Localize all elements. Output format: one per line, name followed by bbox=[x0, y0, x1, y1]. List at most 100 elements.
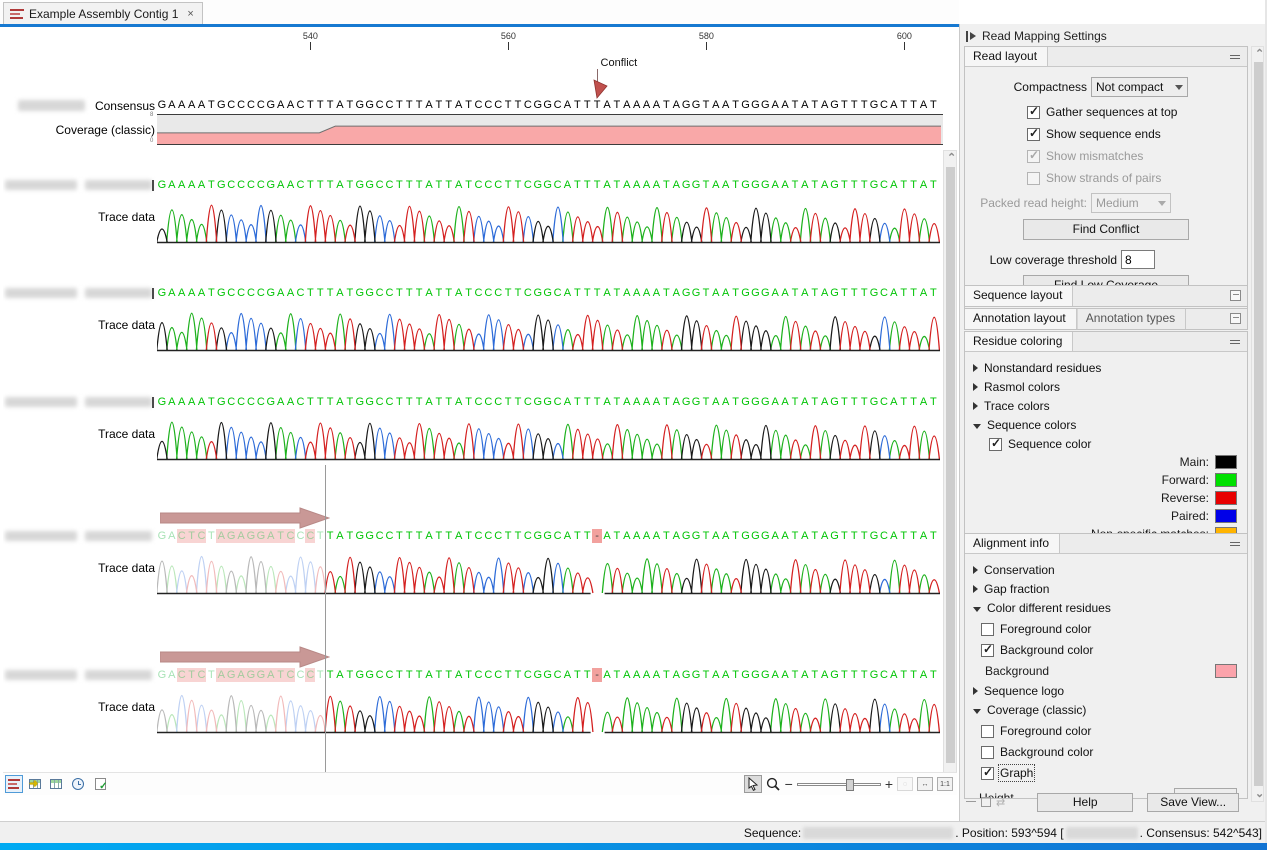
trace-chromatogram[interactable] bbox=[157, 300, 943, 357]
tab-example-assembly-contig[interactable]: Example Assembly Contig 1 × bbox=[3, 2, 203, 24]
checkbox-row-foreground-color[interactable]: Foreground color bbox=[981, 622, 1247, 636]
panel-scrollbar[interactable]: ⌃ ⌄ bbox=[1251, 46, 1264, 802]
zoom-tool-icon[interactable] bbox=[766, 777, 781, 792]
checkbox[interactable] bbox=[981, 623, 994, 636]
zoom-out-icon[interactable]: − bbox=[785, 776, 793, 792]
expand-group-icon[interactable] bbox=[1230, 290, 1241, 301]
fit-width-button[interactable]: ↔ bbox=[917, 777, 933, 791]
triangle-right-icon[interactable] bbox=[973, 687, 978, 695]
tab-annotation-types[interactable]: Annotation types bbox=[1077, 309, 1186, 329]
checkbox-row-foreground-color[interactable]: Foreground color bbox=[981, 724, 1247, 738]
checkbox[interactable] bbox=[989, 438, 1002, 451]
checkbox[interactable] bbox=[981, 644, 994, 657]
export-table-button[interactable]: ➜ bbox=[26, 775, 44, 793]
checkbox-row-show-strands-of-pairs[interactable]: Show strands of pairs bbox=[1027, 171, 1247, 185]
minimize-group-icon[interactable] bbox=[1230, 55, 1240, 59]
read-sequence[interactable]: GAAAATGCCCCGAACTTTATGGCCTTTATTATCCCTTCGG… bbox=[157, 178, 938, 192]
checkbox-row-graph[interactable]: Graph bbox=[981, 766, 1247, 780]
trace-chromatogram[interactable] bbox=[157, 682, 943, 739]
save-view-button[interactable]: Save View... bbox=[1147, 793, 1239, 812]
coverage-graph[interactable] bbox=[157, 114, 943, 145]
checkbox[interactable] bbox=[1027, 172, 1040, 185]
checkbox[interactable] bbox=[1027, 128, 1040, 141]
checkbox[interactable] bbox=[1027, 106, 1040, 119]
tree-item-color-different-residues[interactable]: Color different residues bbox=[973, 601, 1247, 615]
pointer-tool-button[interactable] bbox=[744, 775, 762, 793]
minimize-all-icon[interactable] bbox=[966, 801, 976, 804]
scroll-up-icon[interactable]: ⌃ bbox=[947, 151, 956, 164]
element-info-button[interactable]: ✓ bbox=[91, 775, 109, 793]
color-swatch[interactable] bbox=[1215, 473, 1237, 487]
zoom-slider-thumb[interactable] bbox=[846, 779, 854, 791]
checkbox[interactable] bbox=[981, 767, 994, 780]
checkbox-row-show-sequence-ends[interactable]: Show sequence ends bbox=[1027, 127, 1247, 141]
triangle-right-icon[interactable] bbox=[973, 585, 978, 593]
zoom-slider[interactable] bbox=[797, 783, 881, 786]
tree-item-nonstandard-residues[interactable]: Nonstandard residues bbox=[973, 361, 1247, 375]
read-sequence[interactable]: GAAAATGCCCCGAACTTTATGGCCTTTATTATCCCTTCGG… bbox=[157, 395, 938, 409]
residue-coloring-header[interactable]: Residue coloring bbox=[965, 332, 1247, 352]
fit-selection-button[interactable]: ◌ bbox=[897, 777, 913, 791]
scroll-up-icon[interactable]: ⌃ bbox=[1255, 47, 1264, 60]
tree-item-coverage--classic-[interactable]: Coverage (classic) bbox=[973, 703, 1247, 717]
triangle-right-icon[interactable] bbox=[973, 383, 978, 391]
read-layout-tab[interactable]: Read layout bbox=[965, 47, 1048, 66]
read-sequence[interactable]: GACTCTAGAGGATCCCTTATGGCCTTTATTATCCCTTCGG… bbox=[157, 529, 938, 543]
find-conflict-button[interactable]: Find Conflict bbox=[1023, 219, 1189, 240]
reads-view-button[interactable] bbox=[5, 775, 23, 793]
sequence-layout-tab[interactable]: Sequence layout bbox=[965, 286, 1073, 306]
compactness-dropdown[interactable]: Not compact bbox=[1091, 77, 1188, 97]
checkbox-row-show-mismatches[interactable]: Show mismatches bbox=[1027, 149, 1247, 163]
checkbox-row-gather-sequences-at-top[interactable]: Gather sequences at top bbox=[1027, 105, 1247, 119]
checkbox[interactable] bbox=[981, 746, 994, 759]
vertical-scroll-thumb[interactable] bbox=[946, 167, 955, 763]
triangle-down-icon[interactable] bbox=[973, 607, 981, 612]
trace-chromatogram[interactable] bbox=[157, 543, 943, 600]
color-swatch[interactable] bbox=[1215, 455, 1237, 469]
minimize-group-icon[interactable] bbox=[1230, 542, 1240, 546]
trace-chromatogram[interactable] bbox=[157, 192, 943, 249]
checkbox-row-background-color[interactable]: Background color bbox=[981, 745, 1247, 759]
history-button[interactable] bbox=[69, 775, 87, 793]
expand-group-icon[interactable] bbox=[1230, 313, 1241, 324]
triangle-right-icon[interactable] bbox=[973, 364, 978, 372]
triangle-right-icon[interactable] bbox=[973, 566, 978, 574]
read-sequence[interactable]: GAAAATGCCCCGAACTTTATGGCCTTTATTATCCCTTCGG… bbox=[157, 286, 938, 300]
triangle-down-icon[interactable] bbox=[973, 709, 981, 714]
table-view-button[interactable] bbox=[47, 775, 65, 793]
zoom-100-button[interactable]: 1:1 bbox=[937, 777, 953, 791]
tree-item-sequence-logo[interactable]: Sequence logo bbox=[973, 684, 1247, 698]
read-sequence[interactable]: GACTCTAGAGGATCCCTTATGGCCTTTATTATCCCTTCGG… bbox=[157, 668, 938, 682]
color-swatch[interactable] bbox=[1215, 491, 1237, 505]
help-button[interactable]: Help bbox=[1037, 793, 1133, 812]
sequence-layout-header[interactable]: Sequence layout bbox=[965, 286, 1247, 306]
checkbox-row-sequence-color[interactable]: Sequence color bbox=[989, 437, 1247, 451]
low-coverage-threshold-input[interactable] bbox=[1121, 250, 1155, 269]
zoom-in-icon[interactable]: + bbox=[885, 776, 893, 792]
alignment-info-tab[interactable]: Alignment info bbox=[965, 534, 1060, 553]
residue-coloring-tab[interactable]: Residue coloring bbox=[965, 332, 1073, 351]
triangle-right-icon[interactable] bbox=[973, 402, 978, 410]
sync-icon[interactable]: ⇄ bbox=[996, 796, 1005, 809]
checkbox[interactable] bbox=[981, 725, 994, 738]
tree-item-trace-colors[interactable]: Trace colors bbox=[973, 399, 1247, 413]
minimize-group-icon[interactable] bbox=[1230, 340, 1240, 344]
checkbox[interactable] bbox=[1027, 150, 1040, 163]
expand-all-icon[interactable] bbox=[981, 797, 991, 807]
triangle-down-icon[interactable] bbox=[973, 424, 981, 429]
checkbox-row-background-color[interactable]: Background color bbox=[981, 643, 1247, 657]
tree-item-rasmol-colors[interactable]: Rasmol colors bbox=[973, 380, 1247, 394]
background-color-swatch[interactable] bbox=[1215, 664, 1237, 678]
vertical-scrollbar[interactable]: ⌃ ⌄ bbox=[943, 150, 957, 780]
packed-read-height-dropdown[interactable]: Medium bbox=[1091, 193, 1171, 213]
tree-item-gap-fraction[interactable]: Gap fraction bbox=[973, 582, 1247, 596]
tab-close-icon[interactable]: × bbox=[187, 8, 193, 20]
trace-chromatogram[interactable] bbox=[157, 409, 943, 466]
read-layout-header[interactable]: Read layout bbox=[965, 47, 1247, 67]
alignment-info-header[interactable]: Alignment info bbox=[965, 534, 1247, 554]
consensus-sequence[interactable]: GAAAATGCCCCGAACTTTATGGCCTTTATTATCCCTTCGG… bbox=[157, 98, 938, 112]
tree-item-conservation[interactable]: Conservation bbox=[973, 563, 1247, 577]
tree-item-sequence-colors[interactable]: Sequence colors bbox=[973, 418, 1247, 432]
color-swatch[interactable] bbox=[1215, 509, 1237, 523]
panel-scroll-thumb[interactable] bbox=[1254, 62, 1263, 786]
